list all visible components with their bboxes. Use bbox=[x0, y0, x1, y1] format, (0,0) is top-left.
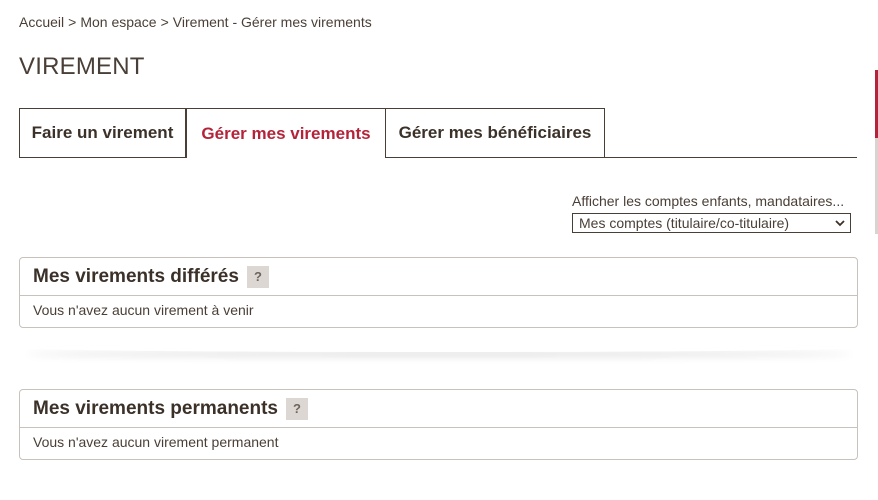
panel-title: Mes virements permanents bbox=[33, 397, 278, 419]
account-select[interactable]: Mes comptes (titulaire/co-titulaire) bbox=[572, 213, 851, 233]
tab-bar: Faire un virement Gérer mes virements Gé… bbox=[19, 108, 857, 158]
page-title: VIREMENT bbox=[19, 53, 145, 80]
panel-header: Mes virements permanents ? bbox=[20, 390, 857, 428]
breadcrumb: Accueil > Mon espace > Virement - Gérer mes … bbox=[19, 14, 372, 30]
question-icon[interactable]: ? bbox=[246, 265, 269, 288]
permanent-transfers-panel: Mes virements permanents ? Vous n'avez a… bbox=[19, 389, 858, 460]
panel-message: Vous n'avez aucun virement à venir bbox=[33, 302, 254, 318]
account-filter: Afficher les comptes enfants, mandataire… bbox=[572, 193, 851, 233]
panel-header: Mes virements différés ? bbox=[20, 258, 857, 296]
question-icon[interactable]: ? bbox=[286, 397, 308, 420]
tab-gerer-mes-virements[interactable]: Gérer mes virements bbox=[186, 108, 386, 158]
tab-faire-un-virement[interactable]: Faire un virement bbox=[19, 108, 186, 157]
breadcrumb-current: Virement - Gérer mes virements bbox=[172, 14, 372, 30]
chevron-down-icon bbox=[835, 220, 845, 227]
breadcrumb-separator: > bbox=[160, 14, 169, 30]
account-filter-label: Afficher les comptes enfants, mandataire… bbox=[572, 193, 845, 209]
account-select-value: Mes comptes (titulaire/co-titulaire) bbox=[579, 215, 790, 231]
tab-gerer-mes-beneficiaires[interactable]: Gérer mes bénéficiaires bbox=[385, 108, 605, 157]
deferred-transfers-panel: Mes virements différés ? Vous n'avez auc… bbox=[19, 257, 858, 328]
breadcrumb-home[interactable]: Accueil bbox=[19, 14, 64, 30]
section-divider bbox=[24, 344, 854, 352]
breadcrumb-separator: > bbox=[68, 14, 77, 30]
panel-message: Vous n'avez aucun virement permanent bbox=[33, 434, 279, 450]
breadcrumb-my-space[interactable]: Mon espace bbox=[80, 14, 156, 30]
panel-title: Mes virements différés bbox=[33, 265, 239, 287]
